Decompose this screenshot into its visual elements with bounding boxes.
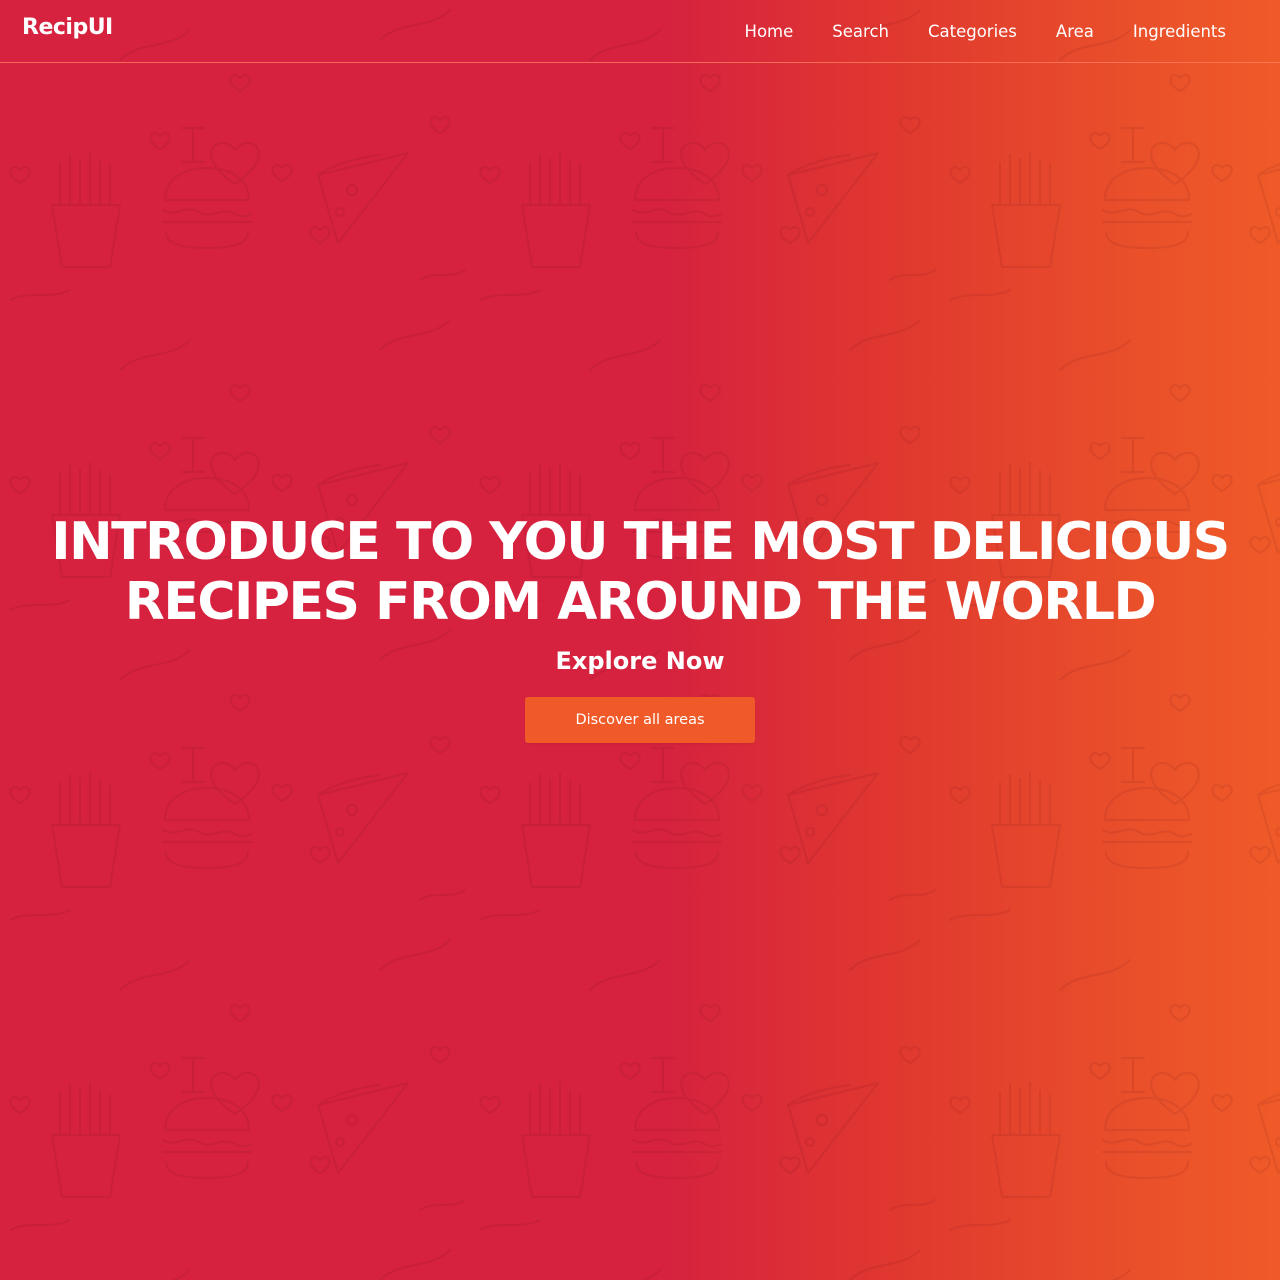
- hero-title: INTRODUCE TO YOU THE MOST DELICIOUS RECI…: [20, 512, 1260, 632]
- nav-item-search[interactable]: Search: [832, 22, 889, 41]
- main-nav: Home Search Categories Area Ingredients: [745, 0, 1226, 63]
- top-navbar: RecipUI Home Search Categories Area Ingr…: [0, 0, 1280, 63]
- nav-item-ingredients[interactable]: Ingredients: [1133, 22, 1226, 41]
- discover-all-areas-button[interactable]: Discover all areas: [525, 697, 755, 743]
- hero-section: INTRODUCE TO YOU THE MOST DELICIOUS RECI…: [0, 512, 1280, 743]
- brand-logo[interactable]: RecipUI: [22, 15, 113, 40]
- nav-item-home[interactable]: Home: [745, 22, 794, 41]
- nav-item-categories[interactable]: Categories: [928, 22, 1017, 41]
- hero-subtitle: Explore Now: [555, 647, 725, 675]
- hero-title-line-2: RECIPES FROM AROUND THE WORLD: [124, 572, 1157, 632]
- nav-item-area[interactable]: Area: [1056, 22, 1094, 41]
- hero-title-line-1: INTRODUCE TO YOU THE MOST DELICIOUS: [51, 512, 1230, 572]
